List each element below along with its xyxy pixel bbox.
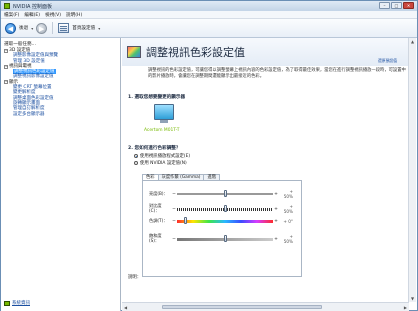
slider-thumb[interactable] (223, 234, 227, 242)
vertical-scrollbar[interactable]: ▲ ▼ (408, 38, 416, 302)
nvidia-logo-icon (4, 3, 10, 9)
toolbar: ◀ 後退 ▾ ▶ 首頁設定值 ▾ (1, 19, 417, 38)
sidebar-heading: 選取一般任務... (4, 42, 36, 47)
radio-unselected-icon[interactable] (134, 161, 138, 165)
slider-row: 色調(T)： − + + 0° (149, 217, 299, 224)
scroll-down-icon[interactable]: ▼ (411, 296, 414, 301)
radio-player-settings[interactable]: 使用視訊播放程式設定(E) (134, 153, 190, 159)
slider-value: + 50% (283, 189, 293, 199)
system-info-link[interactable]: 系統資訊 (4, 300, 30, 306)
task-tree: −3D 設定值 調整影像設定值與預覽 管理 3D 設定值 − 視訊與電視 調整視訊色彩設定… (4, 48, 120, 117)
tree-item-label: 調整視訊影像設定值 (13, 74, 54, 80)
slider-thumb[interactable] (184, 217, 188, 224)
radio-player-label: 使用視訊播放程式設定(E) (140, 154, 191, 159)
menu-file[interactable]: 檔案(F) (4, 12, 19, 18)
back-dropdown-icon[interactable]: ▾ (31, 26, 33, 31)
slider-row: 對比度(C)： − + + 50% (149, 204, 299, 214)
slider-track[interactable] (177, 204, 273, 212)
slider-label: 飽和度(S)： (149, 233, 162, 243)
scroll-right-icon[interactable]: ▶ (404, 305, 407, 310)
slider-value: + 50% (283, 204, 293, 214)
tree-item-label: 設定多台顯示器 (13, 111, 45, 117)
system-info-label[interactable]: 系統資訊 (12, 300, 30, 306)
collapse-icon[interactable]: − (4, 64, 8, 69)
task-sidebar: 選取一般任務... −3D 設定值 調整影像設定值與預覽 管理 3D 設定值 − 視訊與… (1, 38, 121, 311)
home-settings-icon[interactable] (58, 23, 70, 33)
forward-icon[interactable]: ▶ (36, 22, 48, 34)
slider-thumb[interactable] (223, 204, 227, 212)
slider-thumb[interactable] (223, 190, 227, 197)
help-note-label: 說明： (128, 275, 142, 280)
monitor-label[interactable]: Acertom M01T-T (144, 128, 179, 133)
slider-track[interactable] (177, 234, 273, 242)
slider-track[interactable] (177, 190, 273, 197)
back-label[interactable]: 後退 (19, 25, 28, 31)
home-dropdown-icon[interactable]: ▾ (98, 26, 100, 31)
page-description: 調整視訊的色彩設定值，可讓您得以調整螢幕上視訊內容的色彩設定值，為了取得最佳效果… (148, 68, 406, 79)
radio-nvidia-label: 使用 NVIDIA 設定值(N) (140, 161, 187, 166)
section-select-display: 1. 選取您想要變更的顯示器 (128, 95, 186, 100)
scroll-left-icon[interactable]: ◀ (124, 305, 127, 310)
window-controls: – □ ✕ (379, 2, 414, 9)
slider-label: 色調(T)： (149, 218, 168, 224)
menu-bar: 檔案(F) 編輯(E) 檢視(V) 說明(H) (1, 11, 417, 19)
section-color-method: 2. 您如何進行色彩調整？ (128, 146, 181, 151)
radio-nvidia-settings[interactable]: 使用 NVIDIA 設定值(N) (134, 160, 187, 166)
radio-selected-icon[interactable] (134, 154, 138, 158)
system-info-icon (4, 300, 10, 306)
monitor-icon[interactable] (154, 104, 174, 120)
scroll-thumb[interactable] (162, 305, 322, 309)
scroll-up-icon[interactable]: ▲ (411, 39, 414, 44)
app-window: NVIDIA 控制面板 – □ ✕ 檔案(F) 編輯(E) 檢視(V) 說明(H… (0, 0, 418, 311)
toolbar-separator (52, 22, 54, 34)
horizontal-scrollbar[interactable]: ◀ ▶ (122, 302, 409, 311)
menu-edit[interactable]: 編輯(E) (24, 12, 40, 18)
content-pane: 調整視訊色彩設定值 還原預設值 調整視訊的色彩設定值，可讓您得以調整螢幕上視訊內… (122, 38, 409, 302)
slider-label: 亮度(B)： (149, 190, 168, 196)
slider-value: + 0° (283, 219, 293, 224)
back-icon[interactable]: ◀ (5, 22, 16, 34)
slider-label: 對比度(C)： (149, 203, 162, 213)
maximize-button[interactable]: □ (391, 2, 402, 9)
window-title: NVIDIA 控制面板 (13, 3, 52, 10)
tree-task-item[interactable]: 設定多台顯示器 (4, 112, 120, 117)
restore-defaults-link[interactable]: 還原預設值 (378, 58, 397, 64)
slider-row: 飽和度(S)： − + + 50% (149, 234, 299, 244)
color-settings-icon (127, 46, 141, 58)
collapse-icon[interactable]: − (4, 48, 8, 53)
minimize-button[interactable]: – (379, 2, 390, 9)
title-bar: NVIDIA 控制面板 – □ ✕ (1, 1, 417, 11)
page-title: 調整視訊色彩設定值 (146, 46, 245, 59)
monitor-stand (160, 120, 168, 123)
home-settings-button[interactable]: 首頁設定值 (72, 25, 95, 31)
menu-view[interactable]: 檢視(V) (45, 12, 61, 18)
slider-track[interactable] (177, 217, 273, 224)
collapse-icon[interactable]: − (4, 80, 8, 85)
menu-help[interactable]: 說明(H) (66, 12, 82, 18)
slider-row: 亮度(B)： − + + 50% (149, 189, 299, 199)
slider-value: + 50% (283, 234, 293, 244)
page-banner: 調整視訊色彩設定值 還原預設值 (122, 38, 409, 66)
slider-panel: 亮度(B)： − + + 50% 對比度(C)： − + + 50% 色調(T)： − + + 0° 飽… (142, 180, 302, 277)
close-button[interactable]: ✕ (403, 2, 414, 9)
